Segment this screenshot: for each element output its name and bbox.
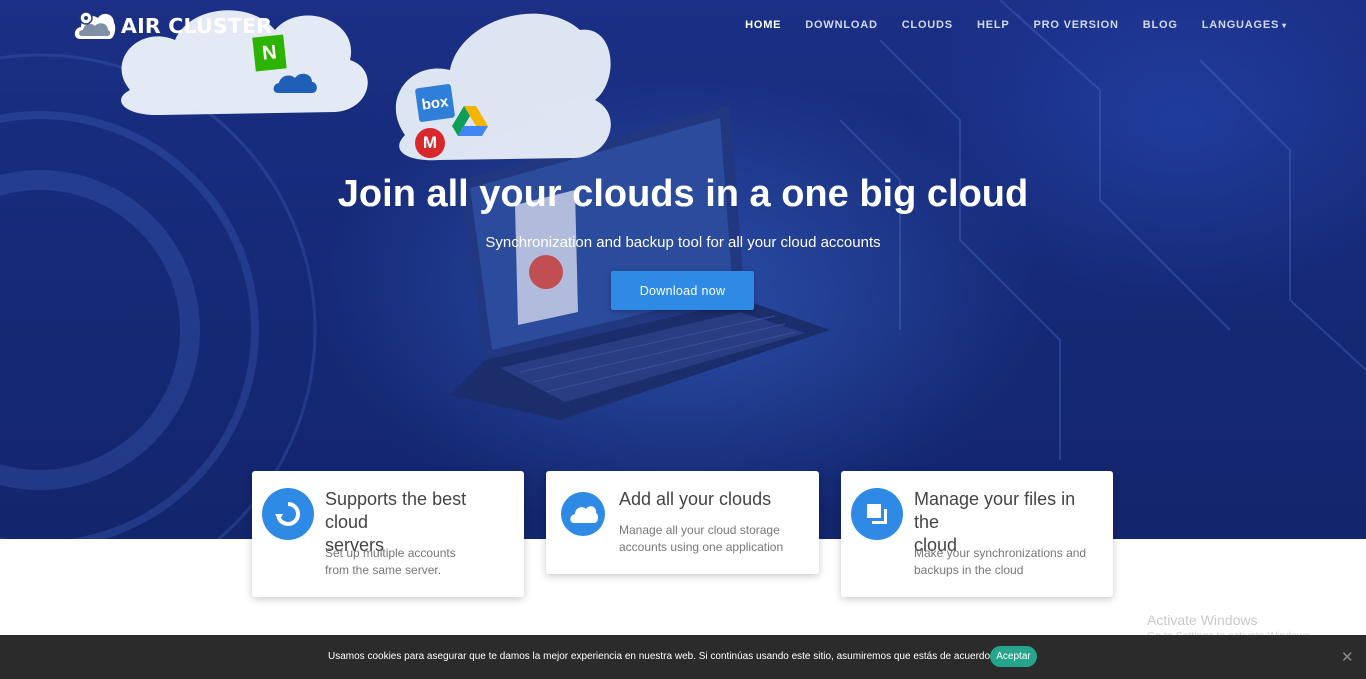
tech-ring xyxy=(0,170,200,490)
feature-text-line: accounts using one application xyxy=(619,540,784,554)
nav-item-clouds[interactable]: CLOUDS xyxy=(890,18,965,33)
nav-item-help[interactable]: HELP xyxy=(965,18,1022,33)
close-icon[interactable]: ✕ xyxy=(1341,648,1354,666)
chevron-down-icon: ▾ xyxy=(1282,21,1287,30)
feature-title: Add all your clouds xyxy=(619,488,807,511)
feature-text-line: Set up multiple accounts xyxy=(325,546,456,560)
hero-background-art xyxy=(0,0,1366,539)
feature-card-servers: Supports the best cloud servers Set up mu… xyxy=(252,471,524,597)
languages-label: LANGUAGES xyxy=(1201,19,1280,31)
cloud-logo-icon xyxy=(74,11,116,39)
feature-card-add-clouds: Add all your clouds Manage all your clou… xyxy=(546,471,819,574)
circuit-line xyxy=(839,119,901,330)
cookie-banner: Usamos cookies para asegurar que te damo… xyxy=(0,635,1366,679)
feature-title-line: Manage your files in the xyxy=(914,489,1076,532)
feature-text-line: from the same server. xyxy=(325,563,442,577)
feature-text: Set up multiple accounts from the same se… xyxy=(325,545,512,579)
brand-name: AIR CLUSTER xyxy=(121,14,273,38)
feature-text: Manage all your cloud storage accounts us… xyxy=(619,522,807,556)
accept-cookies-button[interactable]: Aceptar xyxy=(990,646,1037,667)
feature-text-line: backups in the cloud xyxy=(914,563,1024,577)
main-nav: HOME DOWNLOAD CLOUDS HELP PRO VERSION BL… xyxy=(733,18,1299,33)
nav-item-pro-version[interactable]: PRO VERSION xyxy=(1021,18,1130,33)
download-now-button[interactable]: Download now xyxy=(611,271,754,310)
refresh-circle-icon xyxy=(262,488,314,540)
google-drive-icon xyxy=(452,106,488,136)
nav-item-download[interactable]: DOWNLOAD xyxy=(793,18,889,33)
feature-text-line: Make your synchronizations and xyxy=(914,546,1087,560)
files-icon xyxy=(851,488,903,540)
naver-letter: N xyxy=(261,40,278,65)
feature-text-line: Manage all your cloud storage xyxy=(619,523,780,537)
tech-ring xyxy=(0,53,317,539)
onedrive-icon xyxy=(273,73,317,93)
hero-subheadline: Synchronization and backup tool for all … xyxy=(485,234,881,251)
feature-card-manage-files: Manage your files in the cloud Make your … xyxy=(841,471,1113,597)
activate-windows-title: Activate Windows xyxy=(1147,612,1258,628)
nav-item-blog[interactable]: BLOG xyxy=(1131,18,1190,33)
feature-title-line: Supports the best cloud xyxy=(325,489,467,532)
cookie-message: Usamos cookies para asegurar que te damo… xyxy=(328,651,1031,662)
cloud-icon xyxy=(561,492,605,536)
circuit-line xyxy=(999,0,1231,331)
nav-item-languages[interactable]: LANGUAGES ▾ xyxy=(1190,18,1299,33)
feature-title-line: Add all your clouds xyxy=(619,489,772,509)
nav-item-home[interactable]: HOME xyxy=(733,18,793,33)
box-letter: box xyxy=(420,92,450,114)
hero-headline: Join all your clouds in a one big cloud xyxy=(337,173,1029,215)
mega-icon: M xyxy=(415,128,445,158)
box-icon: box xyxy=(414,83,456,123)
mega-letter: M xyxy=(422,133,438,152)
brand-logo[interactable]: AIR CLUSTER xyxy=(72,9,272,43)
feature-text: Make your synchronizations and backups in… xyxy=(914,545,1101,579)
hero-section: N box M AIR CLUSTER HOME DOWNLOAD CLOUDS… xyxy=(0,0,1366,539)
